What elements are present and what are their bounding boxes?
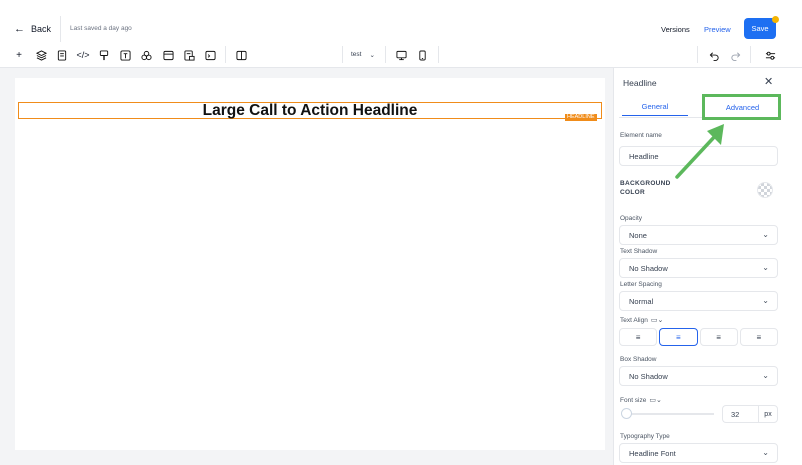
- arrow-left-icon: ←: [14, 23, 25, 35]
- mobile-icon[interactable]: [416, 49, 428, 61]
- divider: [60, 16, 61, 42]
- font-size-unit[interactable]: px: [758, 405, 778, 423]
- color-swatch[interactable]: [757, 182, 773, 198]
- columns-icon[interactable]: [235, 49, 247, 61]
- font-size-label-row: Font size ▭⌄: [620, 396, 662, 405]
- background-color-label: BACKGROUND COLOR: [620, 180, 671, 196]
- align-left-button[interactable]: ≡: [619, 328, 658, 346]
- headline-element[interactable]: Large Call to Action Headline: [18, 102, 602, 119]
- element-name-input[interactable]: Headline: [619, 146, 778, 166]
- typography-type-value: Headline Font: [629, 448, 676, 458]
- paint-icon[interactable]: [98, 49, 110, 61]
- chevron-down-icon: ⌄: [762, 448, 769, 457]
- headline-text[interactable]: Large Call to Action Headline: [203, 102, 418, 120]
- chevron-down-icon: ⌄: [762, 230, 769, 239]
- form-icon[interactable]: [183, 49, 195, 61]
- element-name-label: Element name: [620, 132, 662, 139]
- unsaved-indicator: [772, 16, 779, 23]
- save-button[interactable]: Save: [744, 18, 776, 39]
- plus-icon[interactable]: +: [13, 49, 25, 61]
- text-shadow-select[interactable]: No Shadow ⌄: [619, 258, 778, 278]
- toolbar-divider: [385, 46, 386, 63]
- toolbar-divider: [750, 46, 751, 63]
- box-shadow-label: Box Shadow: [620, 356, 657, 363]
- align-right-button[interactable]: ≡: [699, 328, 738, 346]
- font-size-value: 32: [731, 409, 740, 419]
- device-select-value: test: [351, 51, 362, 58]
- toolbar-divider: [342, 46, 343, 63]
- back-button[interactable]: ← Back: [14, 23, 51, 35]
- chevron-down-icon: ⌄: [762, 296, 769, 305]
- back-label: Back: [31, 24, 52, 34]
- close-icon[interactable]: ✕: [764, 75, 773, 88]
- letter-spacing-select[interactable]: Normal ⌄: [619, 291, 778, 311]
- tab-general[interactable]: General: [622, 98, 688, 116]
- letter-spacing-label: Letter Spacing: [620, 281, 662, 288]
- undo-icon[interactable]: [708, 49, 720, 61]
- page-icon[interactable]: [56, 49, 68, 61]
- opacity-label: Opacity: [620, 215, 643, 222]
- text-align-label: Text Align: [620, 316, 648, 324]
- font-size-input[interactable]: 32: [722, 405, 758, 423]
- text-align-label-row: Text Align ▭⌄: [620, 316, 663, 325]
- terminal-icon[interactable]: [204, 49, 216, 61]
- opacity-value: None: [629, 230, 647, 240]
- layers-icon[interactable]: [35, 49, 47, 61]
- toolbar-divider: [438, 46, 439, 63]
- versions-button[interactable]: Versions: [661, 25, 690, 34]
- element-tag: HEADLINE: [565, 114, 597, 121]
- align-center-button[interactable]: ≡: [659, 328, 698, 346]
- desktop-icon[interactable]: [395, 49, 407, 61]
- desktop-icon[interactable]: ▭⌄: [649, 396, 661, 404]
- chevron-down-icon: ⌄: [762, 263, 769, 272]
- typography-type-label: Typography Type: [620, 433, 670, 440]
- annotation-highlight: [702, 94, 781, 120]
- redo-icon[interactable]: [729, 49, 741, 61]
- box-shadow-value: No Shadow: [629, 371, 668, 381]
- window-icon[interactable]: [162, 49, 174, 61]
- align-justify-button[interactable]: ≡: [739, 328, 778, 346]
- typography-type-select[interactable]: Headline Font ⌄: [619, 443, 778, 463]
- letter-spacing-value: Normal: [629, 296, 654, 306]
- chevron-down-icon: ⌄: [369, 52, 375, 59]
- code-icon[interactable]: </>: [77, 49, 90, 61]
- sliders-icon[interactable]: [764, 49, 776, 61]
- desktop-icon[interactable]: ▭⌄: [651, 316, 663, 324]
- text-shadow-label: Text Shadow: [620, 248, 658, 255]
- chevron-down-icon: ⌄: [762, 371, 769, 380]
- panel-title: Headline: [623, 78, 657, 88]
- text-shadow-value: No Shadow: [629, 263, 668, 273]
- font-size-label: Font size: [620, 396, 647, 404]
- device-select[interactable]: test ⌄: [351, 51, 375, 59]
- toolbar-divider: [225, 46, 226, 63]
- text-icon[interactable]: [119, 49, 131, 61]
- font-size-slider-handle[interactable]: [621, 408, 632, 419]
- toolbar-divider: [697, 46, 698, 63]
- shapes-icon[interactable]: [140, 49, 152, 61]
- preview-button[interactable]: Preview: [704, 25, 731, 34]
- opacity-select[interactable]: None ⌄: [619, 225, 778, 245]
- font-size-slider[interactable]: [622, 413, 714, 415]
- box-shadow-select[interactable]: No Shadow ⌄: [619, 366, 778, 386]
- saved-status: Last saved a day ago: [70, 25, 132, 32]
- text-align-group: ≡ ≡ ≡ ≡: [619, 328, 778, 346]
- page-canvas[interactable]: [15, 78, 605, 450]
- element-name-value: Headline: [629, 151, 659, 161]
